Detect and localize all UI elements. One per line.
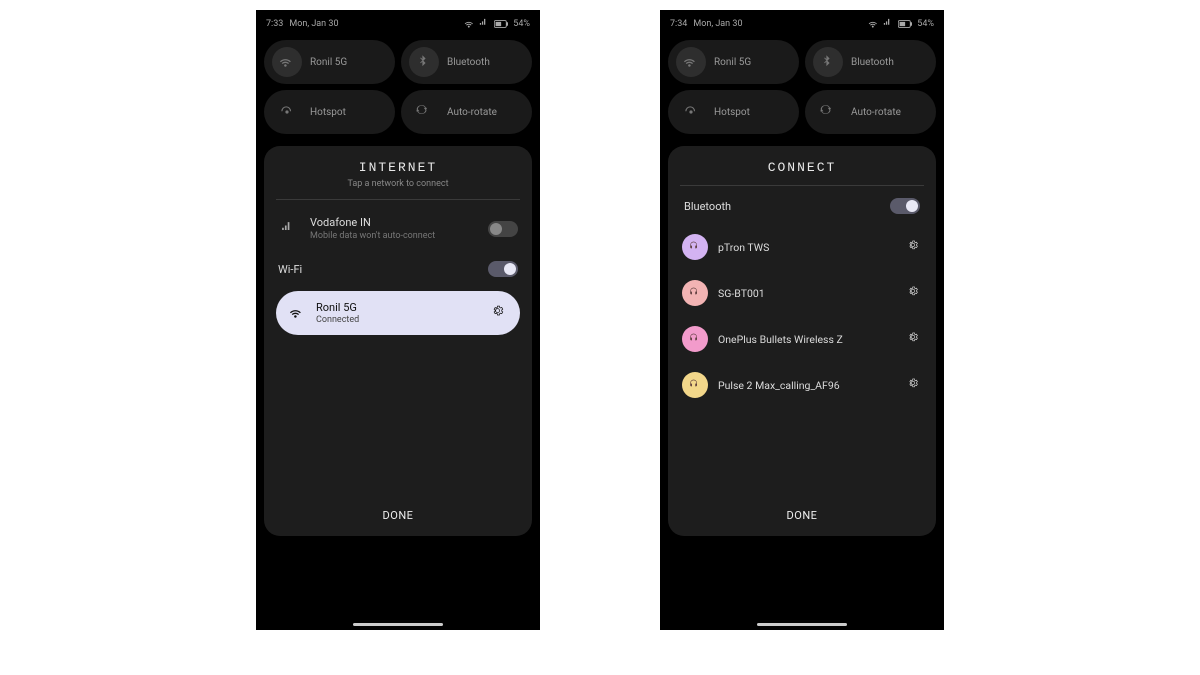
divider xyxy=(680,185,924,186)
hotspot-icon xyxy=(272,97,302,127)
panel-title: CONNECT xyxy=(680,160,924,175)
panel-title: INTERNET xyxy=(276,160,520,175)
status-time: 7:33 xyxy=(266,19,283,29)
tile-bluetooth[interactable]: Bluetooth xyxy=(805,40,936,84)
tile-label: Ronil 5G xyxy=(310,57,347,68)
network-status: Connected xyxy=(316,315,482,325)
wifi-icon xyxy=(676,47,706,77)
battery-pct: 54% xyxy=(513,19,530,29)
autorotate-icon xyxy=(409,97,439,127)
status-bar: 7:34 Mon, Jan 30 54% xyxy=(660,10,944,32)
tile-autorotate[interactable]: Auto-rotate xyxy=(805,90,936,134)
gear-icon[interactable] xyxy=(492,305,508,321)
tile-label: Bluetooth xyxy=(447,57,490,68)
tile-autorotate[interactable]: Auto-rotate xyxy=(401,90,532,134)
wifi-icon xyxy=(288,305,306,321)
tile-wifi[interactable]: Ronil 5G xyxy=(264,40,395,84)
bluetooth-icon xyxy=(409,47,439,77)
tile-hotspot[interactable]: Hotspot xyxy=(264,90,395,134)
headphone-icon xyxy=(682,234,708,260)
wifi-icon xyxy=(868,18,880,30)
battery-icon xyxy=(494,18,510,30)
wifi-label: Wi-Fi xyxy=(278,263,302,276)
device-row[interactable]: OnePlus Bullets Wireless Z xyxy=(680,316,924,362)
phone-left: 7:33 Mon, Jan 30 54% Ronil 5G Bluetooth … xyxy=(256,10,540,630)
battery-icon xyxy=(898,18,914,30)
mobile-data-toggle[interactable] xyxy=(488,221,518,237)
network-ssid: Ronil 5G xyxy=(316,301,482,314)
tile-wifi[interactable]: Ronil 5G xyxy=(668,40,799,84)
nav-pill[interactable] xyxy=(757,623,847,626)
headphone-icon xyxy=(682,326,708,352)
tile-hotspot[interactable]: Hotspot xyxy=(668,90,799,134)
tile-label: Auto-rotate xyxy=(447,107,497,118)
status-time: 7:34 xyxy=(670,19,687,29)
signal-icon xyxy=(883,18,895,30)
headphone-icon xyxy=(682,372,708,398)
carrier-row[interactable]: Vodafone IN Mobile data won't auto-conne… xyxy=(276,206,520,251)
status-bar: 7:33 Mon, Jan 30 54% xyxy=(256,10,540,32)
headphone-icon xyxy=(682,280,708,306)
gear-icon[interactable] xyxy=(908,286,922,300)
gear-icon[interactable] xyxy=(908,332,922,346)
gear-icon[interactable] xyxy=(908,378,922,392)
tile-label: Ronil 5G xyxy=(714,57,751,68)
device-row[interactable]: pTron TWS xyxy=(680,224,924,270)
internet-panel: INTERNET Tap a network to connect Vodafo… xyxy=(264,146,532,536)
panel-subtitle: Tap a network to connect xyxy=(276,179,520,189)
wifi-toggle[interactable] xyxy=(488,261,518,277)
tile-label: Hotspot xyxy=(310,107,346,118)
phone-right: 7:34 Mon, Jan 30 54% Ronil 5G Bluetooth … xyxy=(660,10,944,630)
device-name: SG-BT001 xyxy=(718,287,898,300)
gear-icon[interactable] xyxy=(908,240,922,254)
hotspot-icon xyxy=(676,97,706,127)
status-date: Mon, Jan 30 xyxy=(693,19,742,29)
bluetooth-master-row[interactable]: Bluetooth xyxy=(680,192,924,224)
wifi-icon xyxy=(272,47,302,77)
wifi-master-row[interactable]: Wi-Fi xyxy=(276,251,520,287)
tile-label: Hotspot xyxy=(714,107,750,118)
done-button[interactable]: DONE xyxy=(276,499,520,526)
carrier-name: Vodafone IN xyxy=(310,216,478,229)
wifi-network-row[interactable]: Ronil 5G Connected xyxy=(276,291,520,335)
quick-settings: Ronil 5G Bluetooth Hotspot Auto-rotate xyxy=(660,32,944,138)
device-row[interactable]: SG-BT001 xyxy=(680,270,924,316)
tile-label: Bluetooth xyxy=(851,57,894,68)
device-name: Pulse 2 Max_calling_AF96 xyxy=(718,379,898,392)
signal-icon xyxy=(479,18,491,30)
device-name: OnePlus Bullets Wireless Z xyxy=(718,333,898,346)
battery-pct: 54% xyxy=(917,19,934,29)
tile-label: Auto-rotate xyxy=(851,107,901,118)
bluetooth-toggle[interactable] xyxy=(890,198,920,214)
done-button[interactable]: DONE xyxy=(680,499,924,526)
status-date: Mon, Jan 30 xyxy=(289,19,338,29)
device-list: pTron TWS SG-BT001 OnePlus Bullets Wireles… xyxy=(680,224,924,408)
bluetooth-label: Bluetooth xyxy=(684,200,731,213)
bluetooth-icon xyxy=(813,47,843,77)
device-row[interactable]: Pulse 2 Max_calling_AF96 xyxy=(680,362,924,408)
divider xyxy=(276,199,520,200)
tile-bluetooth[interactable]: Bluetooth xyxy=(401,40,532,84)
carrier-note: Mobile data won't auto-connect xyxy=(310,231,478,241)
autorotate-icon xyxy=(813,97,843,127)
connect-panel: CONNECT Bluetooth pTron TWS SG-BT001 OnePl… xyxy=(668,146,936,536)
quick-settings: Ronil 5G Bluetooth Hotspot Auto-rotate xyxy=(256,32,540,138)
wifi-icon xyxy=(464,18,476,30)
signal-icon xyxy=(278,221,300,237)
nav-pill[interactable] xyxy=(353,623,443,626)
device-name: pTron TWS xyxy=(718,241,898,254)
